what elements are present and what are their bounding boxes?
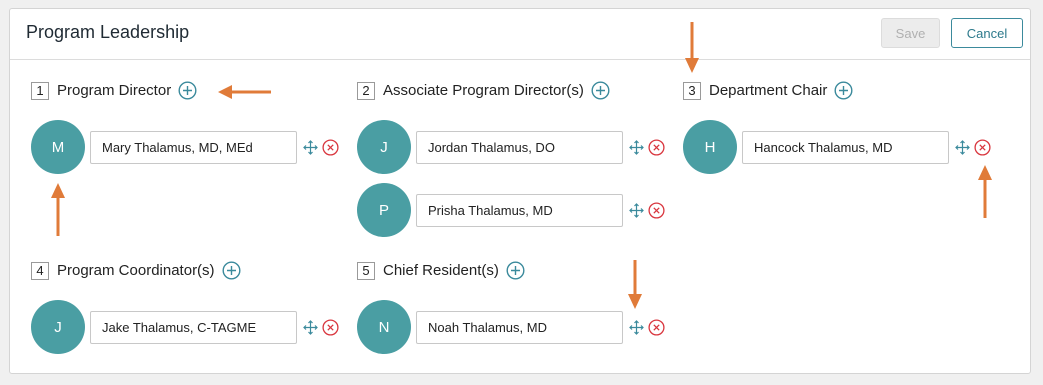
section-label: Associate Program Director(s) [383,82,584,99]
section-number: 4 [31,261,49,280]
avatar: N [357,300,411,354]
member-row: J Jordan Thalamus, DO [357,120,665,174]
plus-circle-icon[interactable] [591,81,610,100]
member-name-field[interactable]: Noah Thalamus, MD [416,310,623,344]
x-circle-icon[interactable] [648,201,665,219]
section-number: 2 [357,81,375,100]
section-label: Chief Resident(s) [383,262,499,279]
annotation-arrow-up-icon [51,183,65,236]
annotation-arrow-down-icon [628,260,642,309]
section-number: 5 [357,261,375,280]
member-row: M Mary Thalamus, MD, MEd [31,120,339,174]
annotation-arrow-left-icon [218,85,271,99]
panel-header: Program Leadership Save Cancel [10,9,1030,60]
save-button[interactable]: Save [881,18,940,48]
section-label: Program Coordinator(s) [57,262,215,279]
member-name-field[interactable]: Prisha Thalamus, MD [416,193,623,227]
x-circle-icon[interactable] [974,138,991,156]
plus-circle-icon[interactable] [178,81,197,100]
plus-circle-icon[interactable] [506,261,525,280]
member-name-field[interactable]: Jordan Thalamus, DO [416,130,623,164]
section-label: Program Director [57,82,172,99]
move-arrows-icon[interactable] [629,139,644,155]
cancel-button[interactable]: Cancel [951,18,1023,48]
move-arrows-icon[interactable] [955,139,970,155]
x-circle-icon[interactable] [648,318,665,336]
x-circle-icon[interactable] [322,138,339,156]
member-row: N Noah Thalamus, MD [357,300,665,354]
program-leadership-panel: Program Leadership Save Cancel 1 Program… [9,8,1031,374]
member-row: J Jake Thalamus, C-TAGME [31,300,339,354]
section-number: 1 [31,81,49,100]
move-arrows-icon[interactable] [303,139,318,155]
member-name-field[interactable]: Jake Thalamus, C-TAGME [90,310,297,344]
plus-circle-icon[interactable] [222,261,241,280]
member-row: H Hancock Thalamus, MD [683,120,991,174]
avatar: J [31,300,85,354]
plus-circle-icon[interactable] [834,81,853,100]
avatar: H [683,120,737,174]
move-arrows-icon[interactable] [629,202,644,218]
member-row: P Prisha Thalamus, MD [357,183,665,237]
page-title: Program Leadership [26,22,190,42]
avatar: J [357,120,411,174]
move-arrows-icon[interactable] [629,319,644,335]
x-circle-icon[interactable] [322,318,339,336]
move-arrows-icon[interactable] [303,319,318,335]
annotation-arrow-down-icon [685,22,699,73]
section-number: 3 [683,81,701,100]
annotation-arrow-up-icon [978,165,992,218]
member-name-field[interactable]: Hancock Thalamus, MD [742,130,949,164]
member-name-field[interactable]: Mary Thalamus, MD, MEd [90,130,297,164]
x-circle-icon[interactable] [648,138,665,156]
section-label: Department Chair [709,82,828,99]
avatar: P [357,183,411,237]
avatar: M [31,120,85,174]
